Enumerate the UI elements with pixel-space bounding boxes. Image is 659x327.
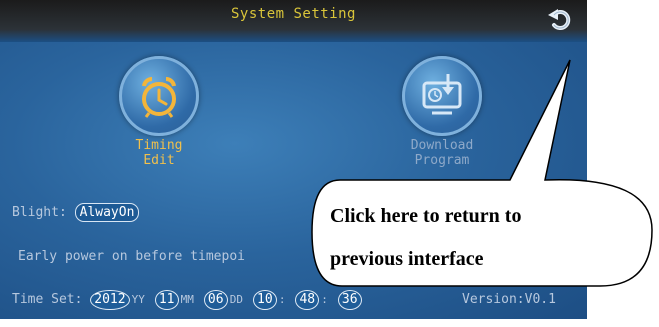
callout-line2: previous interface <box>330 248 484 270</box>
callout-bubble <box>311 59 653 287</box>
callout-line1: Click here to return to <box>330 205 522 227</box>
